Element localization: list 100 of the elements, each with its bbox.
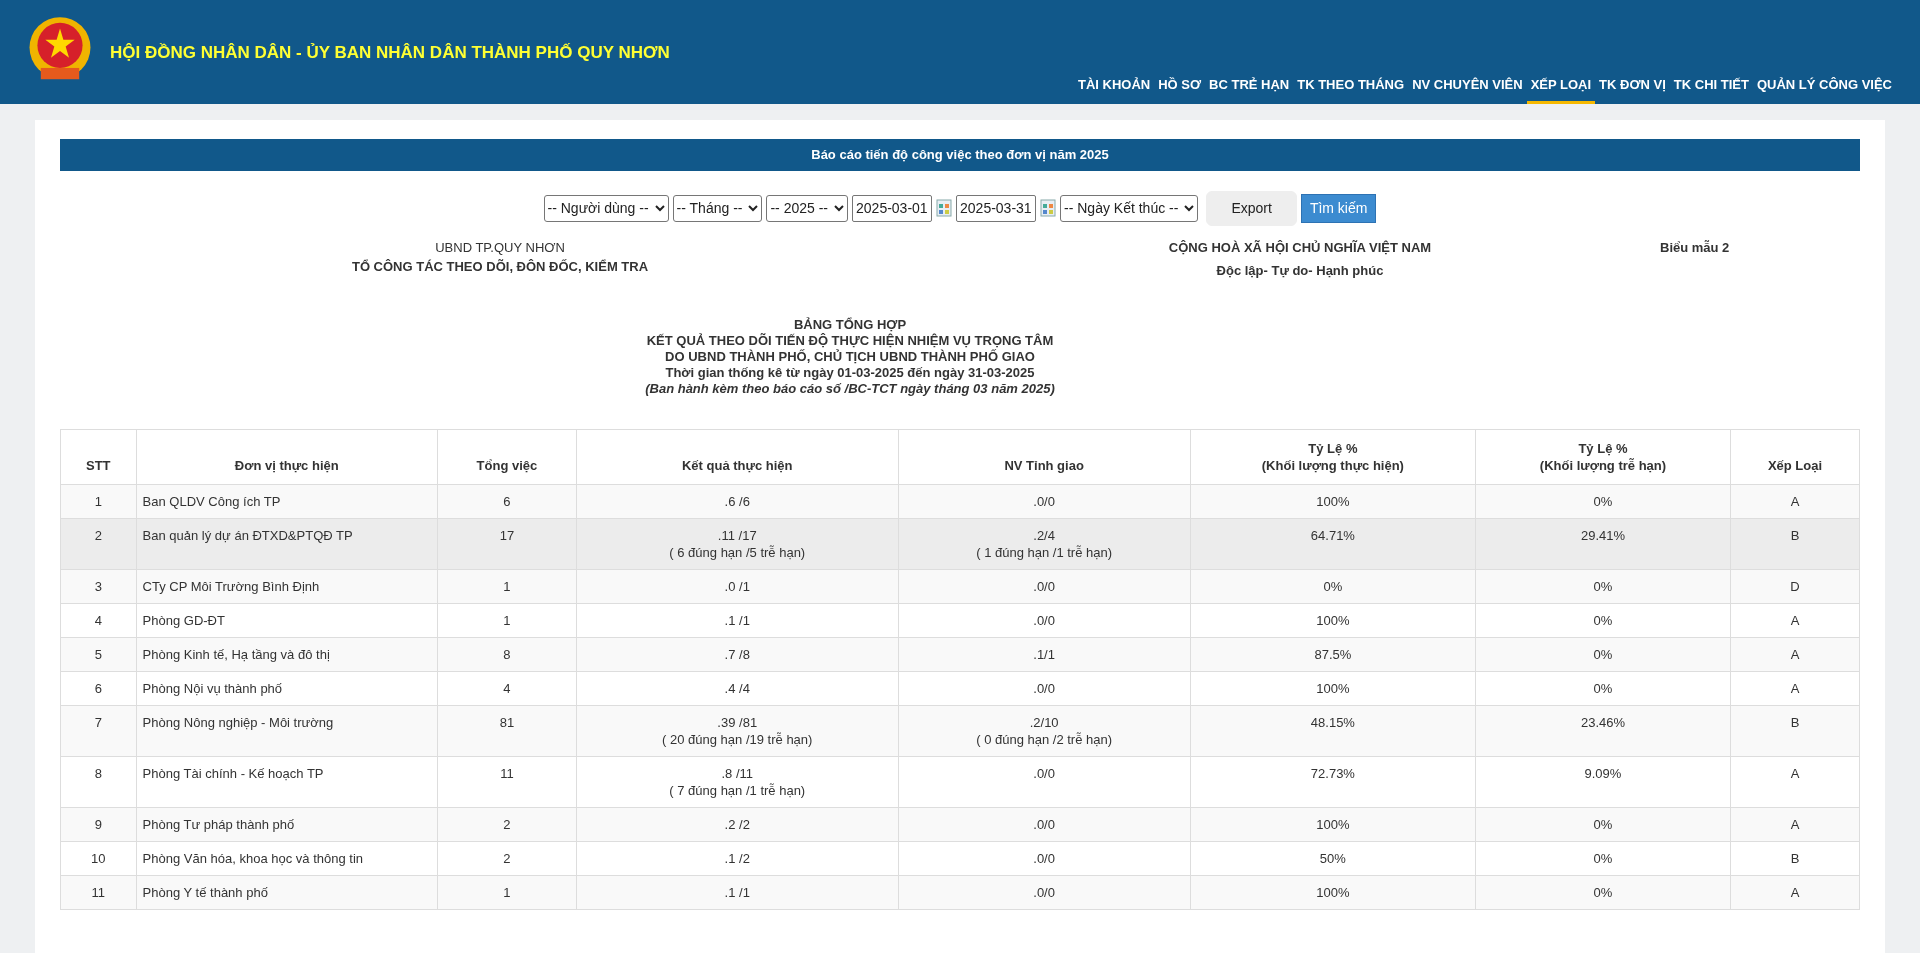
table-cell-text: .1 /2 [723,849,751,867]
table-cell-text: Phòng Kinh tế, Hạ tầng và đô thị [142,645,331,663]
table-cell-text: .7 /8 [723,645,751,663]
column-header: Đơn vị thực hiện [136,429,438,484]
table-cell-text: Phòng Văn hóa, khoa học và thông tin [142,849,365,867]
table-cell-text: 100% [1315,679,1351,697]
table-cell-text: 0% [1592,611,1614,629]
table-cell-text: .1 /1 [723,611,751,629]
table-cell-text: .2/4 [1032,526,1056,544]
table-cell-text: ( 1 đúng hạn /1 trễ hạn) [975,543,1114,561]
table-cell-text: 64.71% [1309,526,1356,544]
table-cell-text: 3 [93,577,103,595]
table-cell-text: A [1789,611,1801,629]
nav-link-item[interactable]: TK THEO THÁNG [1293,74,1409,104]
nation-name: CỘNG HOÀ XÃ HỘI CHỦ NGHĨA VIỆT NAM [1167,238,1433,257]
agency-name: UBND TP.QUY NHƠN [434,238,566,257]
table-cell-text: .0/0 [1032,849,1056,867]
calendar-icon[interactable] [936,199,953,217]
table-cell-text: 0% [1592,883,1614,901]
table-cell-text: 9.09% [1583,764,1623,782]
table-cell-text: ( 7 đúng hạn /1 trễ hạn) [668,781,807,799]
table-cell-text: 0% [1592,645,1614,663]
table-cell-text: 2 [93,526,103,544]
table-cell-text: A [1789,883,1801,901]
search-button[interactable]: Tìm kiếm [1300,193,1377,223]
table-cell-text: 4 [93,611,103,629]
table-cell-text: 8 [502,645,512,663]
table-cell-text: D [1789,577,1801,595]
column-header: STT [60,429,137,484]
column-header: NV Tỉnh giao [898,429,1191,484]
table-cell-text: .8 /11 [720,764,755,782]
nav-link-item[interactable]: TK ĐƠN VỊ [1595,74,1670,104]
table-cell-text: 0% [1592,492,1614,510]
table-cell-text: A [1789,645,1801,663]
chevron-down-icon [834,204,845,212]
calendar-icon[interactable] [1040,199,1057,217]
table-cell-text: .0/0 [1032,679,1056,697]
table-cell-text: Phòng Nội vụ thành phố [142,679,284,697]
table-cell-text: 0% [1592,849,1614,867]
nav-link-item[interactable]: TÀI KHOẢN [1073,74,1155,104]
table-cell-text: 2 [502,815,512,833]
table-cell-text: 0% [1322,577,1344,595]
table-cell-text: 1 [502,577,512,595]
nav-link-item[interactable]: XẾP LOẠI [1526,74,1596,104]
table-cell-text: 6 [93,679,103,697]
table-cell-text: Phòng GD-ĐT [142,611,226,629]
table-cell-text: 48.15% [1309,713,1356,731]
table-cell-text: 7 [93,713,103,731]
nav-link-item[interactable]: NV CHUYÊN VIÊN [1408,74,1527,104]
table-cell-text: .1/1 [1032,645,1056,663]
table-cell-text: 0% [1592,815,1614,833]
date-field[interactable]: 2025-03-31 [956,194,1037,222]
table-cell-text: .2 /2 [723,815,751,833]
table-cell-text: Ban QLDV Công ích TP [142,492,282,510]
table-cell-text: 50% [1318,849,1347,867]
table-cell-text: .0/0 [1032,577,1056,595]
table-cell-text: 4 [502,679,512,697]
nav-link-item[interactable]: QUẢN LÝ CÔNG VIỆC [1752,74,1896,104]
site-title: HỘI ĐỒNG NHÂN DÂN - ỦY BAN NHÂN DÂN THÀNH PHỐ QUY NHƠN [110,42,670,64]
table-cell-text: .0/0 [1032,611,1056,629]
table-cell-text: ( 6 đúng hạn /5 trễ hạn) [668,543,807,561]
date-field[interactable]: 2025-03-01 [852,194,933,222]
column-header: Tổng việc [437,429,577,484]
table-cell-text: 11 [499,764,515,782]
table-cell-text: .0/0 [1032,764,1056,782]
table-cell-text: ( 20 đúng hạn /19 trễ hạn) [661,730,814,748]
table-cell-text: 100% [1315,883,1351,901]
table-cell-text: A [1789,764,1801,782]
table-cell-text: .1 /1 [723,883,751,901]
table-cell-text: B [1789,849,1801,867]
dropdown-select[interactable]: -- 2025 -- [766,194,849,222]
column-header: Tỷ Lệ % (Khối lượng trễ hạn) [1475,429,1731,484]
nav-link-item[interactable]: TK CHI TIẾT [1669,74,1753,104]
table-cell-text: 1 [502,883,512,901]
nav-link-item[interactable]: BC TRẺ HẠN [1205,74,1294,104]
nav-link-item[interactable]: HỒ SƠ [1154,74,1206,104]
dropdown-select[interactable]: -- Ngày Kết thúc -- [1060,194,1199,222]
table-cell-text: 81 [498,713,516,731]
report-heading-line: BẢNG TỔNG HỢP [792,316,908,332]
column-header: Kết quả thực hiện [576,429,898,484]
table-cell-text: 29.41% [1579,526,1626,544]
table-cell-text: 0% [1592,577,1614,595]
table-cell-text: .4 /4 [723,679,751,697]
report-heading-line: DO UBND THÀNH PHỐ, CHỦ TỊCH UBND THÀNH PHỐ GIAO [664,348,1036,365]
table-cell-text: .0/0 [1032,883,1056,901]
chevron-down-icon [654,204,665,212]
dropdown-select[interactable]: -- Người dùng -- [543,194,669,222]
dropdown-select[interactable]: -- Tháng -- [672,194,763,222]
table-cell-text: .0 /1 [723,577,751,595]
table-cell-text: A [1789,815,1801,833]
table-cell-text: 0% [1592,679,1614,697]
table-cell-text: .2/10 [1028,713,1060,731]
table-cell-text: 72.73% [1309,764,1356,782]
table-cell-text: .11 /17 [716,526,758,544]
table-cell-text: 100% [1315,611,1351,629]
table-cell-text: ( 0 đúng hạn /2 trễ hạn) [975,730,1114,748]
export-button[interactable]: Export [1206,190,1297,226]
chevron-down-icon [748,204,759,212]
table-cell-text: .0/0 [1032,492,1056,510]
table-cell-text: 23.46% [1579,713,1626,731]
